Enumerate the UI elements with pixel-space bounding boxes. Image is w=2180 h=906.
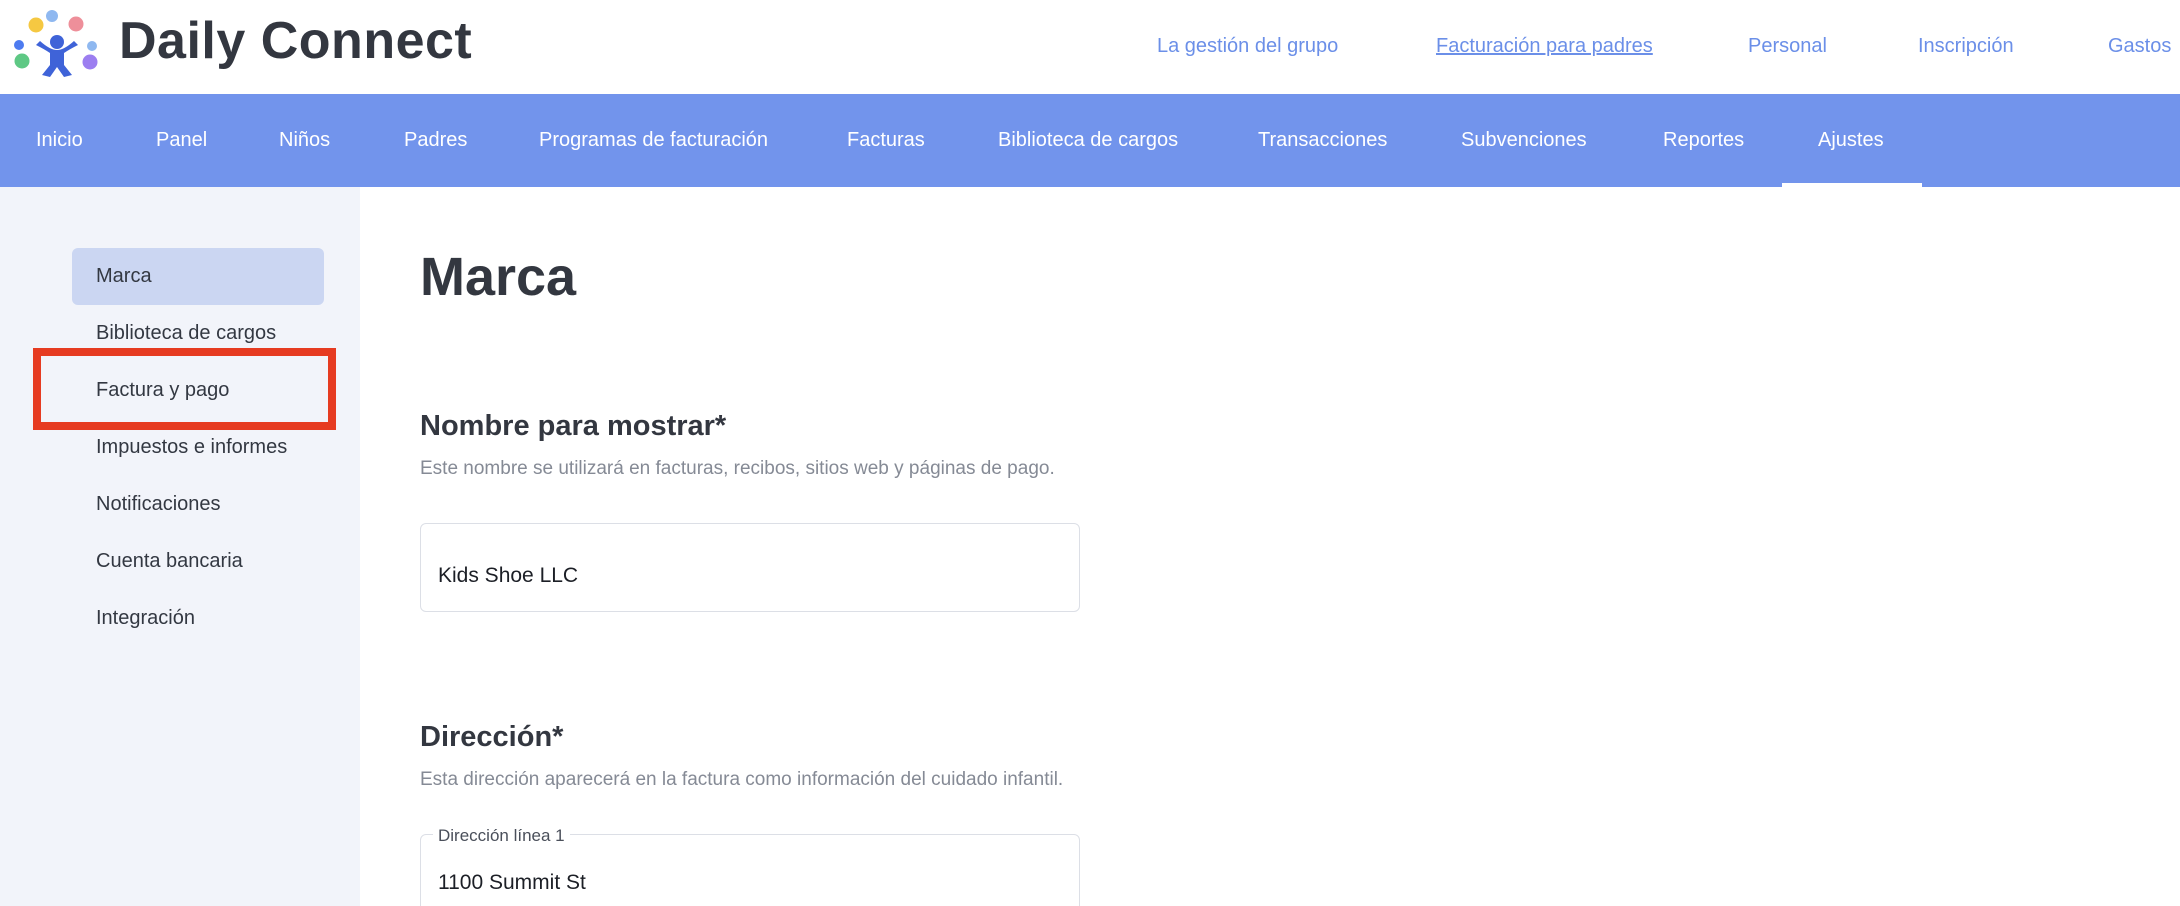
nav-inicio[interactable]: Inicio [36,94,83,187]
nav-ninos[interactable]: Niños [279,94,330,187]
address-description: Esta dirección aparecerá en la factura c… [420,769,1064,790]
nav-active-indicator [1782,183,1922,187]
nav-transacciones[interactable]: Transacciones [1258,94,1387,187]
address-line1-label: Dirección línea 1 [433,826,570,846]
sidebar-item-factura-pago[interactable]: Factura y pago [96,377,229,403]
settings-sidebar: Marca Biblioteca de cargos Factura y pag… [0,187,360,906]
sidebar-item-marca[interactable]: Marca [96,263,152,289]
sidebar-item-biblioteca-cargos[interactable]: Biblioteca de cargos [96,320,276,346]
nav-subvenciones[interactable]: Subvenciones [1461,94,1587,187]
page-title: Marca [420,247,577,307]
nav-reportes[interactable]: Reportes [1663,94,1744,187]
top-header: Daily Connect La gestión del grupo Factu… [0,0,2180,94]
sidebar-item-notificaciones[interactable]: Notificaciones [96,491,221,517]
display-name-section-title: Nombre para mostrar* [420,410,727,442]
main-navbar: Inicio Panel Niños Padres Programas de f… [0,94,2180,187]
sidebar-item-integracion[interactable]: Integración [96,605,195,631]
top-links: La gestión del grupo Facturación para pa… [0,33,2180,61]
display-name-field[interactable]: Kids Shoe LLC [420,523,1080,612]
top-link-group-management[interactable]: La gestión del grupo [1157,33,1338,59]
top-link-parent-billing[interactable]: Facturación para padres [1436,33,1653,59]
nav-biblioteca-cargos[interactable]: Biblioteca de cargos [998,94,1178,187]
top-link-enrollment[interactable]: Inscripción [1918,33,2014,59]
top-link-staff[interactable]: Personal [1748,33,1827,59]
address-line1-value[interactable]: 1100 Summit St [438,871,586,895]
address-section-title: Dirección* [420,721,564,753]
nav-ajustes[interactable]: Ajustes [1818,94,1884,187]
nav-facturas[interactable]: Facturas [847,94,925,187]
nav-programas-facturacion[interactable]: Programas de facturación [539,94,768,187]
sidebar-item-cuenta-bancaria[interactable]: Cuenta bancaria [96,548,243,574]
nav-padres[interactable]: Padres [404,94,467,187]
nav-panel[interactable]: Panel [156,94,207,187]
address-line1-field[interactable]: Dirección línea 1 1100 Summit St [420,826,1080,906]
top-link-expenses[interactable]: Gastos [2108,33,2171,59]
sidebar-item-impuestos-informes[interactable]: Impuestos e informes [96,434,287,460]
display-name-description: Este nombre se utilizará en facturas, re… [420,458,1055,479]
display-name-value[interactable]: Kids Shoe LLC [438,564,578,588]
